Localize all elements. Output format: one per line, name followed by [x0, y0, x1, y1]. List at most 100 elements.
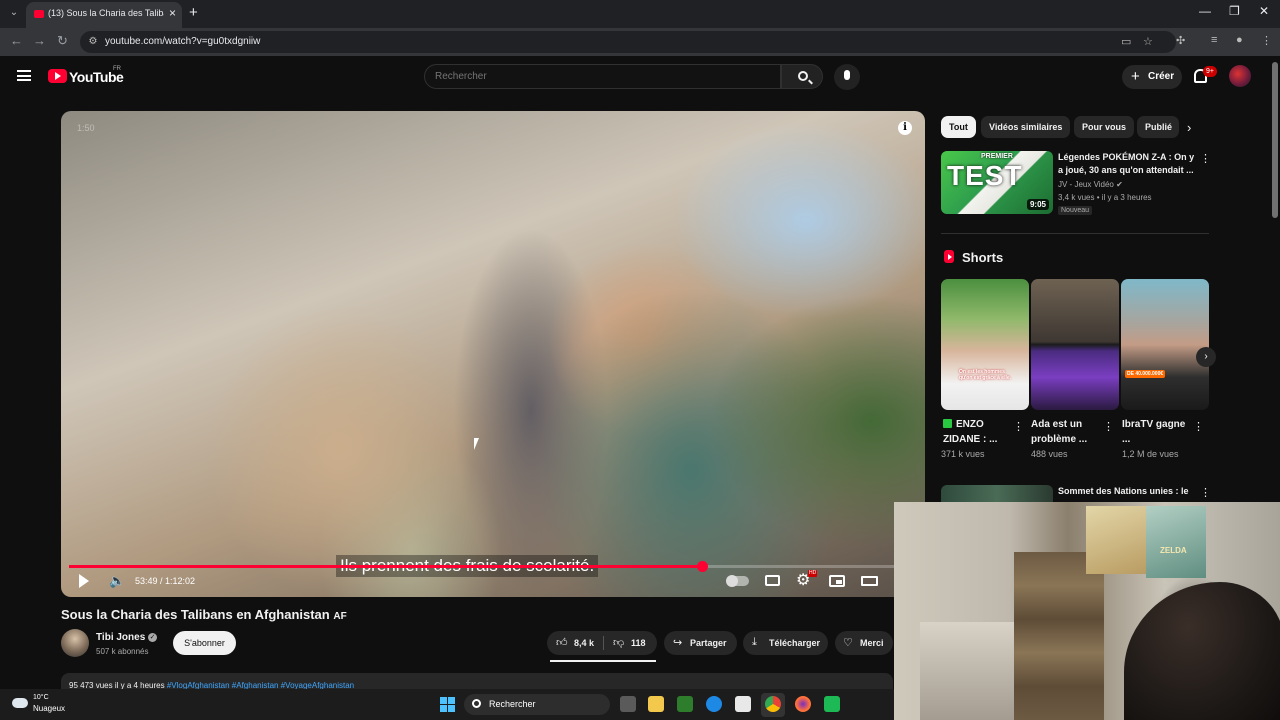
account-avatar[interactable] — [1229, 65, 1251, 87]
extensions-icon[interactable]: ✣ — [1176, 34, 1185, 47]
green-square-icon — [943, 419, 952, 428]
back-icon[interactable]: ← — [10, 33, 23, 48]
short-thumbnail-badge: DE 40.000.000€ — [1125, 370, 1166, 378]
download-button[interactable]: ⤓ Télécharger — [743, 631, 828, 655]
new-tab-icon[interactable]: + — [189, 4, 198, 21]
voice-search-button[interactable] — [834, 64, 860, 90]
download-icon: ⤓ — [752, 636, 757, 648]
short-title[interactable]: ENZO ZIDANE : ... — [943, 417, 1011, 447]
poster-text: ZELDA — [1160, 546, 1187, 555]
volume-icon[interactable]: 🔈 — [109, 573, 125, 589]
profile-icon[interactable]: ● — [1236, 34, 1243, 46]
reload-icon[interactable]: ↻ — [57, 33, 68, 49]
like-dislike-group: 👍︎ 8,4 k 👎︎ 118 — [547, 631, 657, 655]
miniplayer-icon[interactable] — [829, 575, 845, 587]
weather-temperature[interactable]: 10°C — [33, 694, 49, 701]
close-window-icon[interactable]: ✕ — [1259, 4, 1269, 18]
site-info-icon[interactable]: ⚙ — [86, 35, 100, 49]
store-icon[interactable] — [735, 696, 751, 712]
chip-pour-vous[interactable]: Pour vous — [1074, 116, 1135, 138]
thumbs-up-icon[interactable]: 👍︎ — [556, 636, 568, 649]
progress-bar[interactable] — [69, 561, 917, 572]
address-bar[interactable]: ⚙ youtube.com/watch?v=gu0txdgniiw ▭ ☆ — [80, 31, 1176, 53]
tab-close-icon[interactable]: × — [169, 6, 176, 20]
share-button[interactable]: ↪ Partager — [664, 631, 737, 655]
download-label: Télécharger — [769, 638, 821, 648]
weather-condition[interactable]: Nuageux — [33, 704, 65, 713]
channel-name[interactable]: Tibi Jones — [96, 632, 145, 643]
menu-icon[interactable] — [17, 70, 31, 81]
more-actions-icon[interactable]: ⋮ — [1013, 420, 1024, 433]
info-icon[interactable]: i — [898, 121, 912, 135]
create-label: Créer — [1148, 71, 1175, 82]
media-icon[interactable]: ≡ — [1211, 34, 1217, 46]
youtube-logo-icon[interactable] — [48, 69, 67, 83]
recommendation-age: il y a 3 heures — [1101, 193, 1152, 202]
chip-tout[interactable]: Tout — [941, 116, 976, 138]
edge-icon[interactable] — [706, 696, 722, 712]
autoplay-toggle[interactable] — [726, 575, 749, 587]
search-input[interactable] — [435, 71, 735, 82]
task-view-icon[interactable] — [620, 696, 636, 712]
search-icon — [798, 71, 808, 81]
scrubber-handle[interactable] — [697, 561, 709, 572]
short-thumbnail[interactable] — [1031, 279, 1119, 410]
webcam-poster — [1086, 506, 1146, 574]
short-thumbnail[interactable]: DE 40.000.000€ — [1121, 279, 1209, 410]
shorts-heading: Shorts — [962, 250, 1004, 265]
webcam-person — [1124, 582, 1280, 720]
nvidia-icon[interactable] — [677, 696, 693, 712]
app-icon[interactable] — [824, 696, 840, 712]
page-scrollbar-thumb[interactable] — [1272, 62, 1278, 218]
firefox-icon[interactable] — [795, 696, 811, 712]
browser-menu-icon[interactable]: ⋮ — [1261, 34, 1272, 47]
restore-icon[interactable]: ❐ — [1229, 4, 1240, 18]
thanks-button[interactable]: ♡ Merci — [835, 631, 893, 655]
tab-search-icon[interactable]: ⌄ — [6, 5, 22, 21]
browser-tab[interactable]: (13) Sous la Charia des Talibans × — [26, 2, 182, 28]
short-views: 371 k vues — [941, 449, 985, 459]
theater-mode-icon[interactable] — [861, 576, 878, 586]
like-count[interactable]: 8,4 k — [574, 638, 594, 648]
browser-tab-bar: ⌄ (13) Sous la Charia des Talibans × + —… — [0, 0, 1280, 28]
taskbar-search[interactable]: Rechercher — [464, 694, 610, 715]
file-explorer-icon[interactable] — [648, 696, 664, 712]
subscribe-button[interactable]: S'abonner — [173, 631, 236, 655]
more-actions-icon[interactable]: ⋮ — [1103, 420, 1114, 433]
forward-icon[interactable]: → — [33, 33, 46, 48]
short-title[interactable]: Ada est un problème ... — [1031, 417, 1099, 447]
minimize-icon[interactable]: — — [1199, 4, 1211, 18]
chip-publie[interactable]: Publié — [1137, 116, 1179, 138]
chip-videos-similaires[interactable]: Vidéos similaires — [981, 116, 1071, 138]
short-title[interactable]: IbraTV gagne ... — [1122, 417, 1190, 447]
bookmark-star-icon[interactable]: ☆ — [1143, 35, 1153, 48]
cast-icon[interactable]: ▭ — [1121, 35, 1131, 48]
chrome-icon[interactable] — [765, 696, 781, 712]
subtitles-icon[interactable] — [765, 575, 780, 586]
search-button[interactable] — [781, 64, 823, 89]
video-player[interactable]: 1:50 i Ils prennent des frais de scolari… — [61, 111, 925, 597]
channel-avatar[interactable] — [61, 629, 89, 657]
verified-icon: ✓ — [148, 633, 157, 642]
microphone-icon — [844, 70, 850, 80]
recommendation-channel: JV - Jeux Vidéo ✔ — [1058, 180, 1123, 189]
chevron-right-icon[interactable]: › — [1187, 120, 1191, 135]
shorts-next-icon[interactable]: › — [1196, 347, 1216, 367]
recommendation-title[interactable]: Sommet des Nations unies : le — [1058, 485, 1196, 498]
recommendation-stats: 3,4 k vues • il y a 3 heures — [1058, 193, 1152, 202]
section-divider — [941, 233, 1209, 234]
recommendation-title[interactable]: Légendes POKÉMON Z-A : On y a joué, 30 a… — [1058, 151, 1196, 177]
video-watermark: 1:50 — [77, 123, 95, 133]
search-box[interactable] — [424, 64, 781, 89]
windows-start-icon[interactable] — [440, 697, 455, 712]
play-icon[interactable] — [79, 574, 89, 588]
thumbs-down-icon[interactable]: 👎︎ — [613, 636, 624, 649]
recommendation-thumbnail[interactable]: PREMIER TEST 9:05 — [941, 151, 1053, 214]
create-button[interactable]: + Créer — [1122, 65, 1182, 89]
more-actions-icon[interactable]: ⋮ — [1200, 152, 1211, 165]
more-actions-icon[interactable]: ⋮ — [1200, 486, 1211, 499]
more-actions-icon[interactable]: ⋮ — [1193, 420, 1204, 433]
webcam-poster-zelda: ZELDA — [1146, 506, 1206, 578]
short-thumbnail[interactable]: On est les hommes qu'on est grâce à elle… — [941, 279, 1029, 410]
cloud-icon[interactable] — [12, 698, 28, 708]
